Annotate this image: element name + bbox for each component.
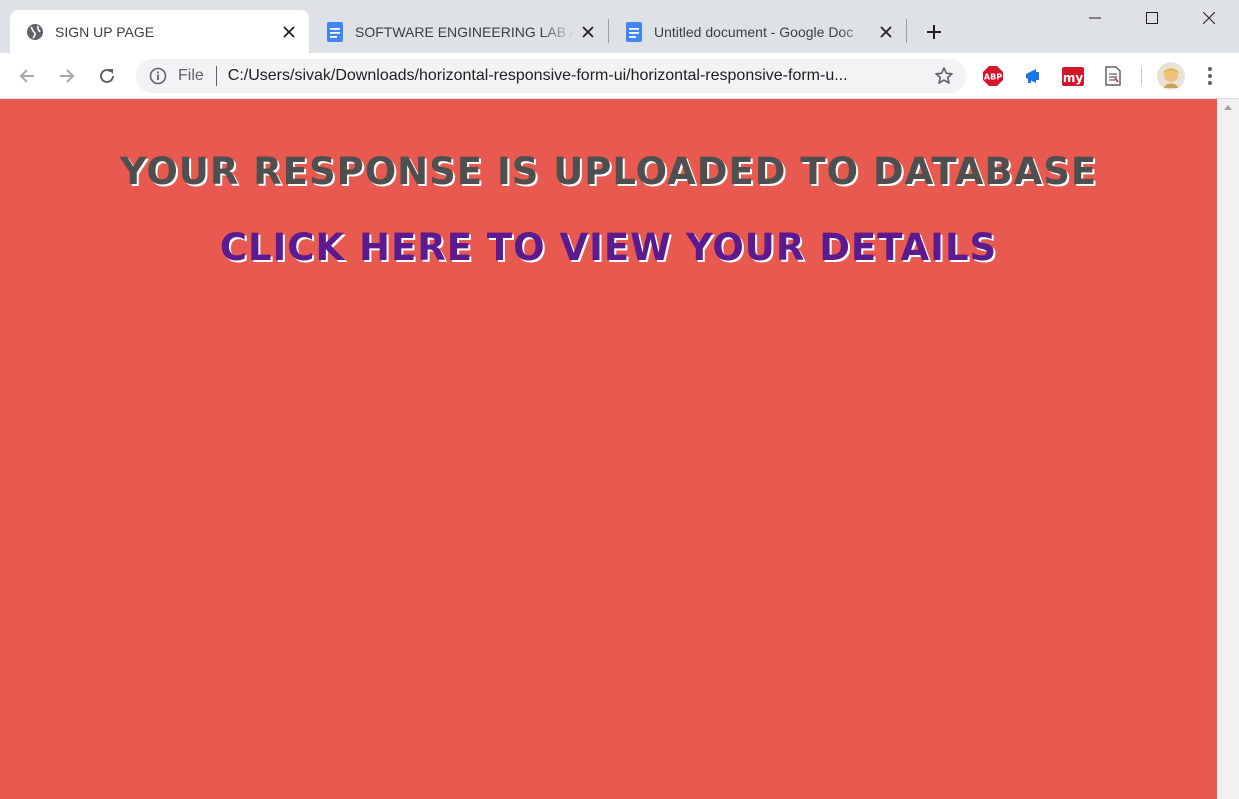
plus-icon bbox=[927, 25, 941, 39]
tab-sign-up[interactable]: SIGN UP PAGE bbox=[10, 10, 309, 53]
maximize-icon bbox=[1145, 12, 1158, 24]
reload-icon bbox=[100, 68, 114, 83]
page-viewport: YOUR RESPONSE IS UPLOADED TO DATABASE CL… bbox=[0, 99, 1217, 799]
reload-button[interactable] bbox=[91, 60, 123, 92]
megaphone-icon[interactable] bbox=[1021, 64, 1045, 88]
forward-arrow-icon bbox=[60, 69, 75, 83]
globe-icon bbox=[26, 23, 44, 41]
view-details-link[interactable]: CLICK HERE TO VIEW YOUR DETAILS bbox=[0, 226, 1217, 269]
avatar[interactable] bbox=[1157, 62, 1185, 90]
minimize-button[interactable] bbox=[1066, 0, 1123, 36]
forward-button[interactable] bbox=[51, 60, 83, 92]
page-heading: YOUR RESPONSE IS UPLOADED TO DATABASE bbox=[119, 150, 1098, 193]
toolbar-separator bbox=[1141, 67, 1142, 85]
url-text[interactable]: C:/Users/sivak/Downloads/horizontal-resp… bbox=[228, 67, 918, 85]
bookmark-star-icon[interactable] bbox=[934, 66, 954, 86]
new-tab-button[interactable] bbox=[920, 18, 948, 46]
scheme-label: File bbox=[178, 67, 204, 84]
close-tab-icon[interactable] bbox=[279, 22, 299, 42]
document-icon[interactable] bbox=[1101, 64, 1125, 88]
google-docs-icon bbox=[326, 21, 344, 42]
tab-title: SOFTWARE ENGINEERING LAB A bbox=[355, 23, 574, 40]
svg-text:ABP: ABP bbox=[984, 73, 1002, 82]
tab-software-engineering-lab[interactable]: SOFTWARE ENGINEERING LAB A bbox=[310, 10, 608, 53]
my-icon[interactable]: my bbox=[1061, 64, 1085, 88]
address-bar[interactable]: File C:/Users/sivak/Downloads/horizontal… bbox=[136, 59, 966, 93]
back-button[interactable] bbox=[11, 60, 43, 92]
close-icon bbox=[1202, 12, 1215, 24]
scheme-divider bbox=[215, 66, 217, 86]
svg-text:my: my bbox=[1063, 71, 1084, 85]
info-icon[interactable] bbox=[149, 67, 167, 85]
adblock-plus-icon[interactable]: ABP bbox=[981, 64, 1005, 88]
tab-title: SIGN UP PAGE bbox=[55, 23, 155, 40]
view-details-link-text: CLICK HERE TO VIEW YOUR DETAILS bbox=[219, 226, 998, 269]
tab-separator bbox=[906, 19, 907, 43]
menu-kebab-icon[interactable] bbox=[1198, 64, 1222, 88]
maximize-button[interactable] bbox=[1123, 0, 1180, 36]
scroll-up-arrow-icon[interactable] bbox=[1224, 105, 1232, 110]
tab-untitled-document[interactable]: Untitled document - Google Doc bbox=[609, 10, 906, 53]
close-tab-icon[interactable] bbox=[876, 22, 896, 42]
back-arrow-icon bbox=[19, 69, 34, 83]
browser-window: SIGN UP PAGE SOFTWARE ENGINEERING LAB A bbox=[0, 0, 1239, 799]
toolbar: File C:/Users/sivak/Downloads/horizontal… bbox=[0, 53, 1239, 99]
google-docs-icon bbox=[625, 21, 643, 42]
close-window-button[interactable] bbox=[1180, 0, 1237, 36]
minimize-icon bbox=[1088, 17, 1101, 19]
tab-title: Untitled document - Google Doc bbox=[654, 23, 854, 40]
tab-strip: SIGN UP PAGE SOFTWARE ENGINEERING LAB A bbox=[0, 0, 1239, 53]
close-tab-icon[interactable] bbox=[578, 22, 598, 42]
vertical-scrollbar[interactable] bbox=[1217, 99, 1239, 799]
